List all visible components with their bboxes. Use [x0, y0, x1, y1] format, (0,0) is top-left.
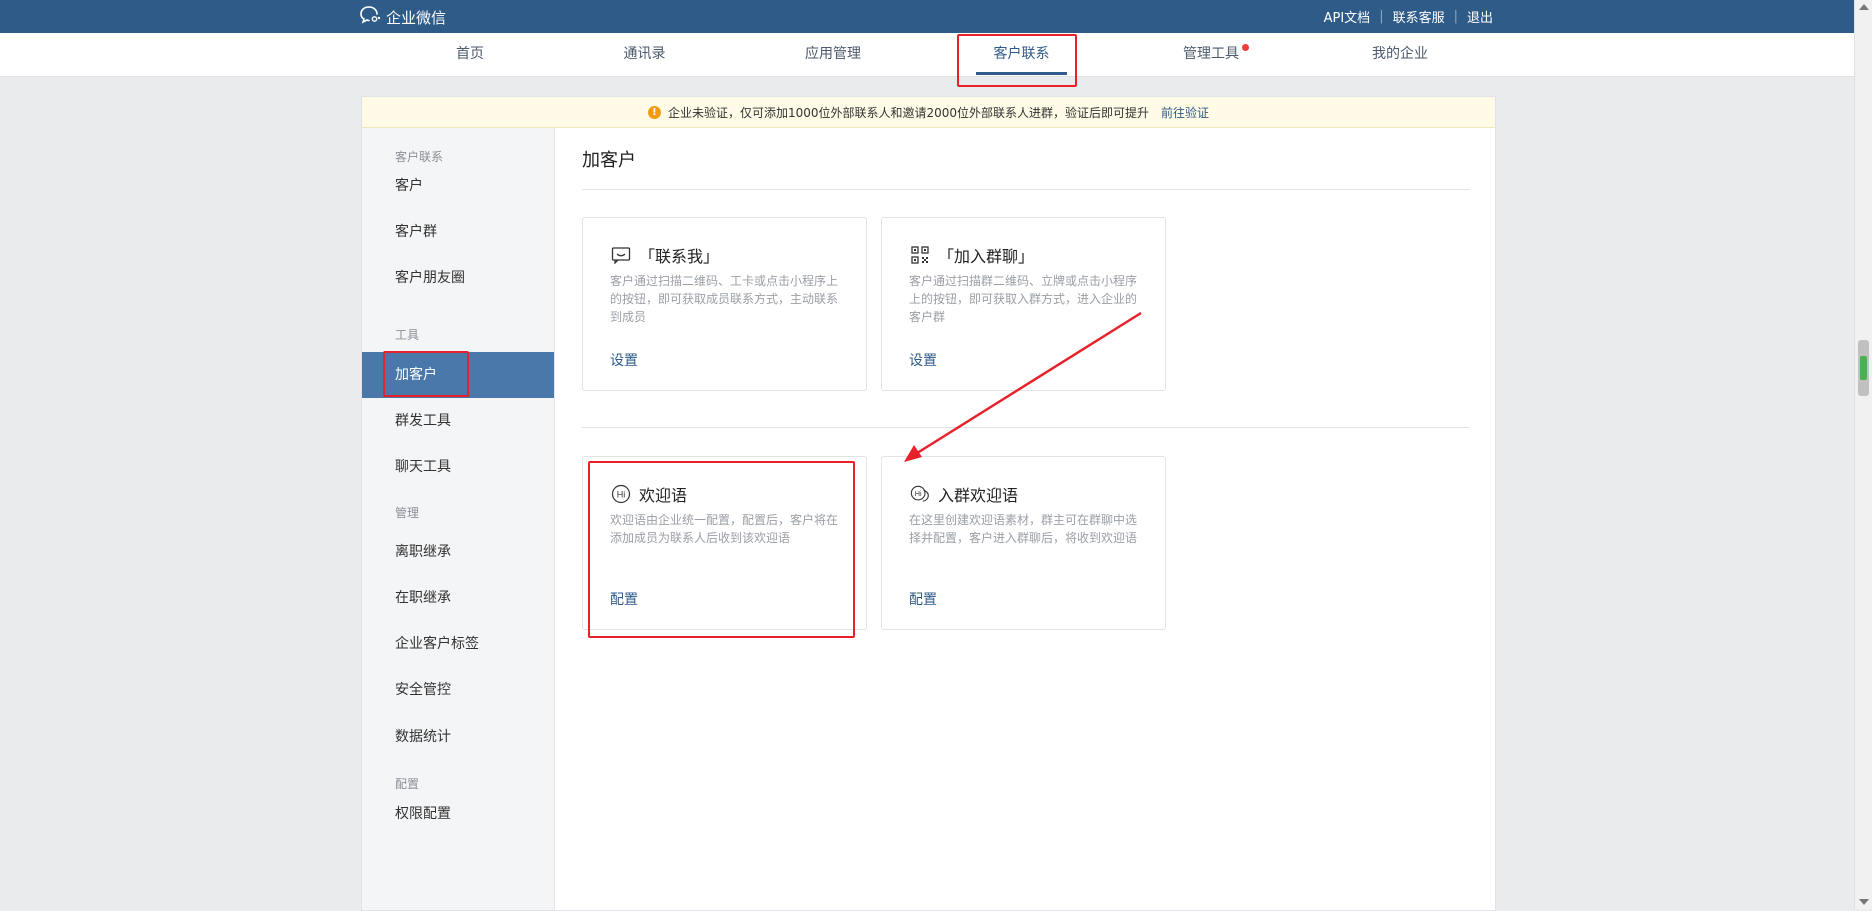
- nav-contacts[interactable]: 通讯录: [602, 33, 687, 76]
- verify-link[interactable]: 前往验证: [1161, 104, 1209, 121]
- card-contact-me: 「联系我」 客户通过扫描二维码、工卡或点击小程序上的按钮，即可获取成员联系方式，…: [582, 217, 867, 391]
- card-settings-link[interactable]: 设置: [610, 350, 638, 370]
- card-title-text: 欢迎语: [639, 486, 688, 505]
- sidebar-group-management: 管理: [395, 506, 420, 520]
- card-description: 客户通过扫描群二维码、立牌或点击小程序上的按钮，即可获取入群方式，进入企业的客户…: [909, 274, 1138, 324]
- card-title: Hi 入群欢迎语: [910, 482, 1018, 506]
- scroll-up-icon[interactable]: [1859, 4, 1869, 10]
- nav-management-tools[interactable]: 管理工具: [1166, 33, 1256, 76]
- notification-dot: [1242, 44, 1249, 51]
- sidebar-item-resigned-inherit[interactable]: 离职继承: [362, 529, 554, 575]
- chat-smile-icon: [611, 245, 631, 265]
- sidebar-item-data-stats[interactable]: 数据统计: [362, 714, 554, 760]
- sidebar-group-tools: 工具: [395, 328, 420, 342]
- sidebar-item-customer-groups[interactable]: 客户群: [362, 209, 554, 255]
- top-links: API文档 | 联系客服 | 退出: [1324, 7, 1493, 26]
- svg-text:Hi: Hi: [915, 489, 922, 498]
- scroll-down-icon[interactable]: [1859, 899, 1869, 905]
- sidebar-item-active-inherit[interactable]: 在职继承: [362, 575, 554, 621]
- card-title-text: 入群欢迎语: [938, 486, 1019, 505]
- api-docs-link[interactable]: API文档: [1324, 7, 1371, 26]
- scroll-grip: [1860, 356, 1867, 380]
- card-description: 在这里创建欢迎语素材，群主可在群聊中选择并配置，客户进入群聊后，将收到欢迎语: [909, 513, 1138, 545]
- svg-text:Hi: Hi: [617, 490, 626, 500]
- notice-text: 企业未验证，仅可添加1000位外部联系人和邀请2000位外部联系人进群，验证后即…: [667, 105, 1150, 120]
- sidebar-group-config: 配置: [395, 777, 420, 791]
- wecom-logo-icon: [360, 5, 382, 29]
- sidebar-item-permissions[interactable]: 权限配置: [362, 791, 554, 837]
- top-bar: 企业微信 API文档 | 联系客服 | 退出: [0, 0, 1854, 33]
- card-title-text: 「加入群聊」: [938, 247, 1035, 266]
- sidebar-item-customers[interactable]: 客户: [362, 163, 554, 209]
- page-title: 加客户: [582, 150, 636, 171]
- logo-text: 企业微信: [386, 8, 447, 27]
- verification-notice: ! 企业未验证，仅可添加1000位外部联系人和邀请2000位外部联系人进群，验证…: [362, 97, 1495, 128]
- card-settings-link[interactable]: 设置: [909, 350, 937, 370]
- card-configure-link[interactable]: 配置: [610, 589, 638, 609]
- contact-support-link[interactable]: 联系客服: [1393, 7, 1445, 26]
- qr-code-icon: [910, 245, 930, 265]
- card-join-group-chat: 「加入群聊」 客户通过扫描群二维码、立牌或点击小程序上的按钮，即可获取入群方式，…: [881, 217, 1166, 391]
- sidebar-item-customer-tags[interactable]: 企业客户标签: [362, 621, 554, 667]
- nav-home[interactable]: 首页: [430, 33, 510, 76]
- card-title: 「加入群聊」: [910, 243, 1034, 267]
- card-title: 「联系我」: [611, 243, 719, 267]
- card-group-welcome-message: Hi 入群欢迎语 在这里创建欢迎语素材，群主可在群聊中选择并配置，客户进入群聊后…: [881, 456, 1166, 630]
- nav-customer-contact[interactable]: 客户联系: [976, 33, 1067, 76]
- sidebar-item-mass-send[interactable]: 群发工具: [362, 398, 554, 444]
- logout-link[interactable]: 退出: [1467, 7, 1493, 26]
- active-tab-underline: [976, 72, 1067, 75]
- card-description: 客户通过扫描二维码、工卡或点击小程序上的按钮，即可获取成员联系方式，主动联系到成…: [610, 274, 839, 324]
- main-nav: 首页 通讯录 应用管理 客户联系 管理工具 我的企业: [0, 33, 1854, 77]
- hi-bubble-icon: Hi: [611, 484, 631, 504]
- sidebar-item-security-control[interactable]: 安全管控: [362, 667, 554, 713]
- card-title: Hi 欢迎语: [611, 482, 687, 506]
- card-description: 欢迎语由企业统一配置，配置后，客户将在添加成员为联系人后收到该欢迎语: [610, 513, 839, 545]
- sidebar-item-add-customer[interactable]: 加客户: [362, 352, 554, 398]
- group-hi-bubble-icon: Hi: [910, 484, 930, 504]
- sidebar: 客户联系 客户 客户群 客户朋友圈 工具 加客户 群发工具 聊天工具 管理 离职…: [362, 128, 555, 910]
- logo[interactable]: 企业微信: [360, 6, 446, 28]
- card-configure-link[interactable]: 配置: [909, 589, 937, 609]
- card-welcome-message: Hi 欢迎语 欢迎语由企业统一配置，配置后，客户将在添加成员为联系人后收到该欢迎…: [582, 456, 867, 630]
- sidebar-item-chat-tools[interactable]: 聊天工具: [362, 444, 554, 490]
- separator: |: [1379, 9, 1384, 24]
- warning-icon: !: [647, 105, 661, 119]
- nav-app-management[interactable]: 应用管理: [788, 33, 878, 76]
- title-divider: [582, 189, 1470, 190]
- card-title-text: 「联系我」: [639, 247, 720, 266]
- separator: |: [1453, 9, 1458, 24]
- section-divider: [582, 427, 1470, 428]
- sidebar-item-moments[interactable]: 客户朋友圈: [362, 255, 554, 301]
- main-container: ! 企业未验证，仅可添加1000位外部联系人和邀请2000位外部联系人进群，验证…: [361, 96, 1496, 911]
- nav-my-enterprise[interactable]: 我的企业: [1355, 33, 1445, 76]
- vertical-scrollbar[interactable]: [1854, 0, 1872, 909]
